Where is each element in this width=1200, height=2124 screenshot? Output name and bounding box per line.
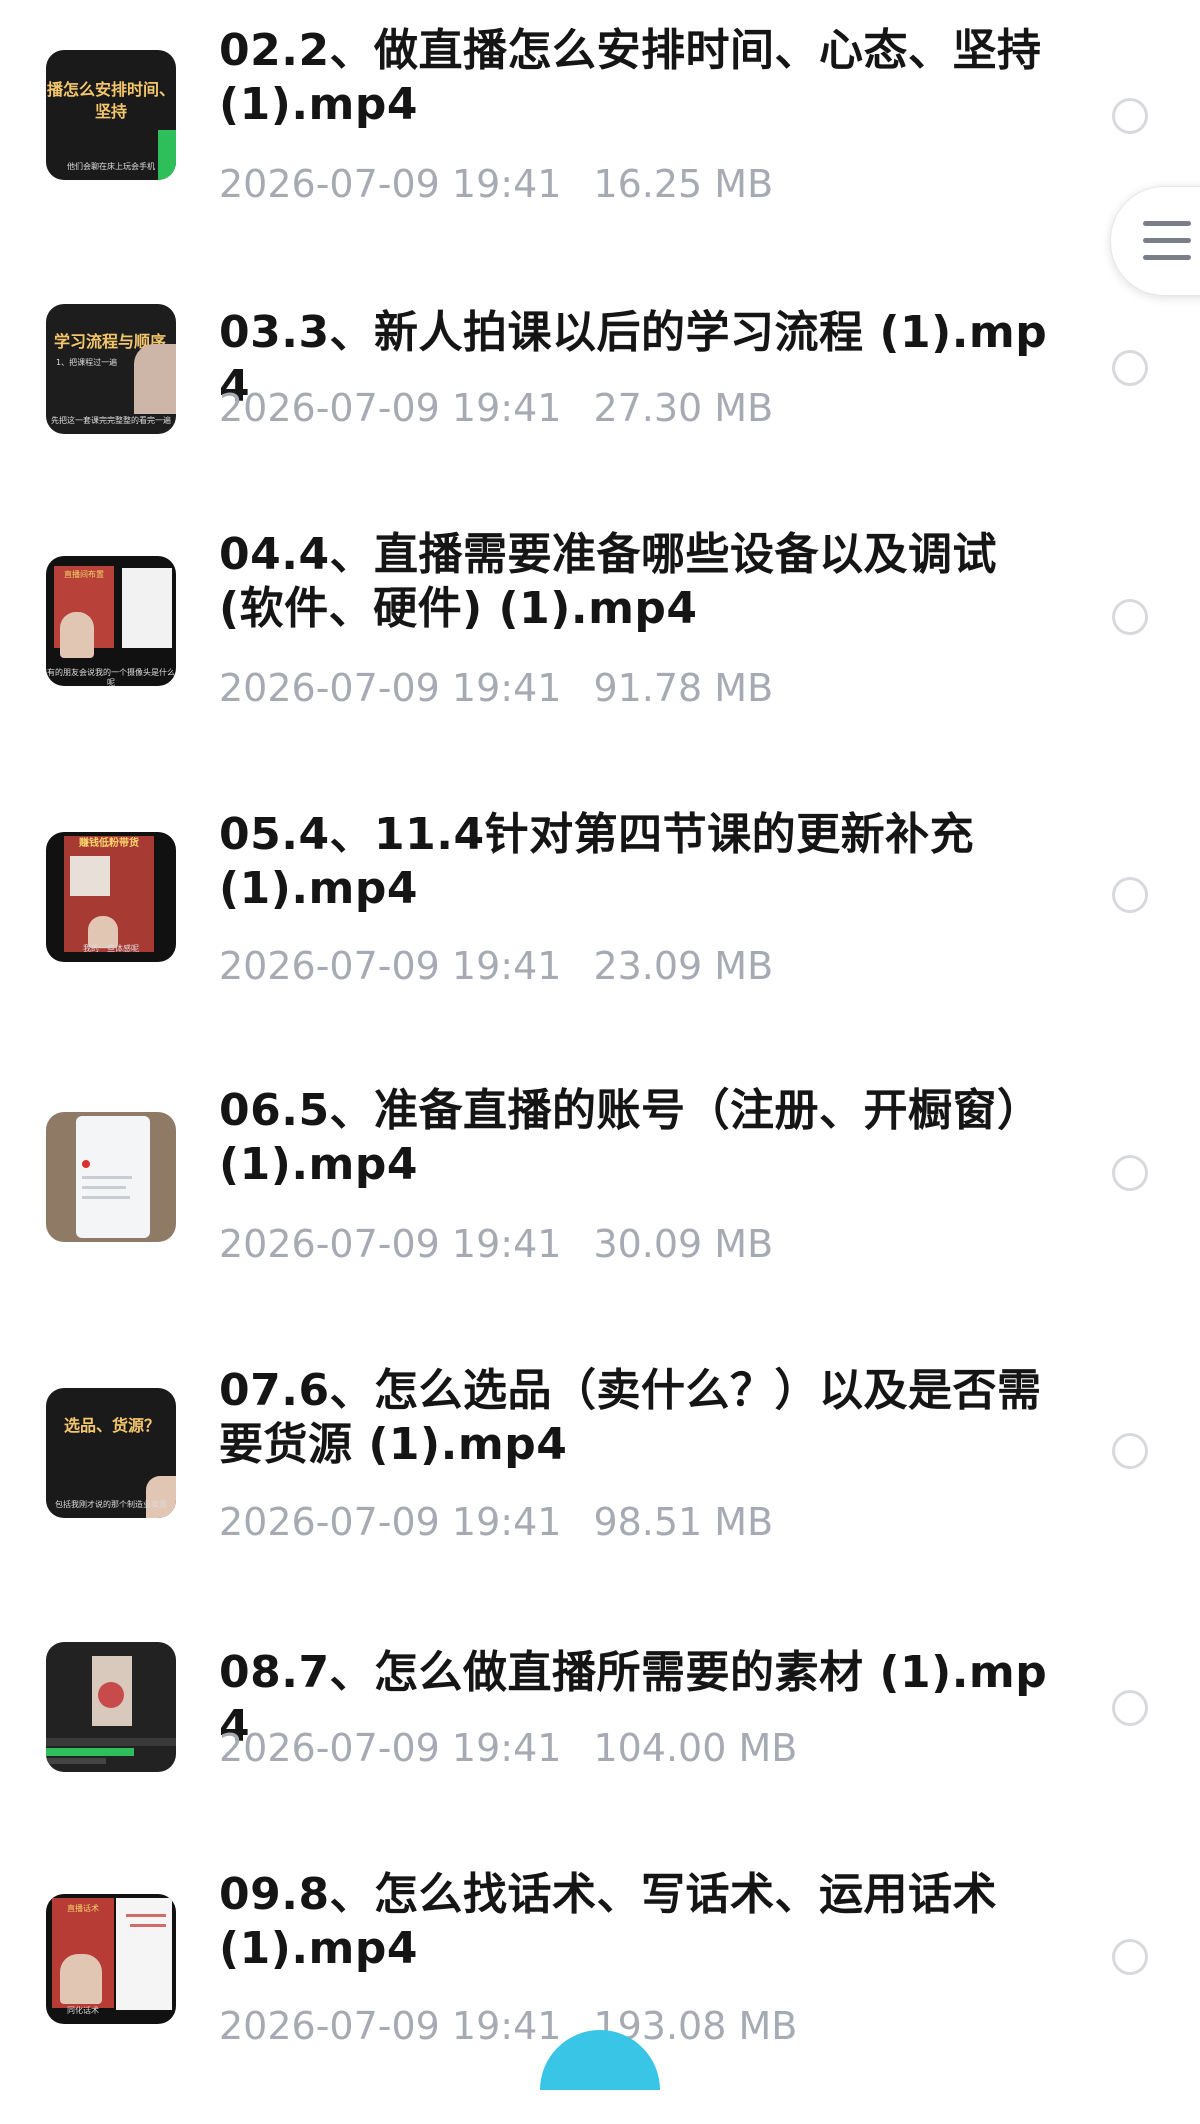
file-meta: 2026-07-09 19:41 23.09 MB <box>219 944 773 988</box>
thumbnail-image <box>70 856 110 896</box>
file-date: 2026-07-09 19:41 <box>219 1726 562 1770</box>
thumbnail-line <box>82 1186 126 1189</box>
file-meta: 2026-07-09 19:41 104.00 MB <box>219 1726 797 1770</box>
file-date: 2026-07-09 19:41 <box>219 1500 562 1544</box>
select-checkbox[interactable] <box>1112 1433 1148 1469</box>
file-row[interactable]: 直播间布置 有的朋友会说我的一个摄像头是什么呢 04.4、直播需要准备哪些设备以… <box>0 506 1200 784</box>
file-row[interactable]: 播怎么安排时间、 坚持 他们会聊在床上玩会手机 02.2、做直播怎么安排时间、心… <box>0 0 1200 278</box>
select-checkbox[interactable] <box>1112 98 1148 134</box>
video-thumbnail[interactable]: 赚钱低粉带货 我的一些体感呢 <box>46 832 176 962</box>
thumbnail-caption: 有的朋友会说我的一个摄像头是什么呢 <box>47 668 175 686</box>
thumbnail-person <box>146 1476 176 1518</box>
thumbnail-caption: 先把这一套课完完整整的看完一遍 <box>51 416 171 425</box>
file-name[interactable]: 02.2、做直播怎么安排时间、心态、坚持(1).mp4 <box>219 24 1059 132</box>
thumbnail-line <box>130 1924 166 1927</box>
thumbnail-caption: 包括我刚才说的那个制造业卖货 <box>55 1500 167 1509</box>
thumbnail-person <box>60 612 94 658</box>
video-thumbnail[interactable]: 直播间布置 有的朋友会说我的一个摄像头是什么呢 <box>46 556 176 686</box>
thumbnail-caption: 同化话术 <box>67 2006 99 2015</box>
video-thumbnail[interactable]: 播怎么安排时间、 坚持 他们会聊在床上玩会手机 <box>46 50 176 180</box>
thumbnail-timeline <box>46 1738 176 1746</box>
thumbnail-text: 直播间布置 <box>64 570 104 579</box>
file-list: 播怎么安排时间、 坚持 他们会聊在床上玩会手机 02.2、做直播怎么安排时间、心… <box>0 0 1200 2059</box>
thumbnail-text: 直播话术 <box>67 1904 99 1913</box>
thumbnail-timeline-clip <box>46 1748 134 1756</box>
file-name[interactable]: 09.8、怎么找话术、写话术、运用话术 (1).mp4 <box>219 1868 1059 1976</box>
thumbnail-timeline-clip <box>46 1758 106 1764</box>
thumbnail-green-block <box>158 130 176 180</box>
thumbnail-text: 播怎么安排时间、 <box>46 80 175 99</box>
file-meta: 2026-07-09 19:41 27.30 MB <box>219 386 773 430</box>
file-date: 2026-07-09 19:41 <box>219 386 562 430</box>
file-row[interactable]: 赚钱低粉带货 我的一些体感呢 05.4、11.4针对第四节课的更新补充 (1).… <box>0 784 1200 1062</box>
file-date: 2026-07-09 19:41 <box>219 666 562 710</box>
file-size: 98.51 MB <box>593 1500 774 1544</box>
file-meta: 2026-07-09 19:41 193.08 MB <box>219 2004 797 2048</box>
thumbnail-caption: 他们会聊在床上玩会手机 <box>67 162 155 171</box>
select-checkbox[interactable] <box>1112 877 1148 913</box>
select-checkbox[interactable] <box>1112 599 1148 635</box>
file-size: 104.00 MB <box>593 1726 798 1770</box>
thumbnail-caption: 我的一些体感呢 <box>83 944 139 953</box>
thumbnail-line <box>126 1914 166 1917</box>
file-size: 27.30 MB <box>593 386 774 430</box>
file-name[interactable]: 06.5、准备直播的账号（注册、开橱窗）(1).mp4 <box>219 1084 1059 1192</box>
file-size: 91.78 MB <box>593 666 774 710</box>
video-thumbnail[interactable] <box>46 1642 176 1772</box>
select-checkbox[interactable] <box>1112 350 1148 386</box>
file-name[interactable]: 04.4、直播需要准备哪些设备以及调试(软件、硬件) (1).mp4 <box>219 528 1059 636</box>
video-thumbnail[interactable]: 学习流程与顺序 1、把课程过一遍 先把这一套课完完整整的看完一遍 <box>46 304 176 434</box>
select-checkbox[interactable] <box>1112 1939 1148 1975</box>
file-meta: 2026-07-09 19:41 30.09 MB <box>219 1222 773 1266</box>
thumbnail-text: 赚钱低粉带货 <box>79 838 139 849</box>
select-checkbox[interactable] <box>1112 1690 1148 1726</box>
thumbnail-person <box>98 1682 124 1708</box>
thumbnail-avatar <box>82 1160 90 1168</box>
thumbnail-text: 选品、货源？ <box>64 1416 161 1435</box>
file-date: 2026-07-09 19:41 <box>219 2004 562 2048</box>
video-thumbnail[interactable]: 直播话术 同化话术 <box>46 1894 176 2024</box>
file-row[interactable]: 选品、货源？ 包括我刚才说的那个制造业卖货 07.6、怎么选品（卖什么？）以及是… <box>0 1340 1200 1618</box>
file-size: 16.25 MB <box>593 162 774 206</box>
thumbnail-person <box>60 1954 102 2004</box>
file-size: 23.09 MB <box>593 944 774 988</box>
file-meta: 2026-07-09 19:41 98.51 MB <box>219 1500 773 1544</box>
thumbnail-screen <box>122 568 172 648</box>
file-size: 30.09 MB <box>593 1222 774 1266</box>
file-name[interactable]: 05.4、11.4针对第四节课的更新补充 (1).mp4 <box>219 808 1059 916</box>
file-meta: 2026-07-09 19:41 91.78 MB <box>219 666 773 710</box>
file-name[interactable]: 07.6、怎么选品（卖什么？）以及是否需要货源 (1).mp4 <box>219 1364 1059 1472</box>
thumbnail-text: 坚持 <box>94 102 127 121</box>
thumbnail-line <box>82 1196 130 1199</box>
video-thumbnail[interactable]: 选品、货源？ 包括我刚才说的那个制造业卖货 <box>46 1388 176 1518</box>
select-checkbox[interactable] <box>1112 1155 1148 1191</box>
thumbnail-line <box>82 1176 132 1179</box>
file-row[interactable]: 06.5、准备直播的账号（注册、开橱窗）(1).mp4 2026-07-09 1… <box>0 1062 1200 1340</box>
file-date: 2026-07-09 19:41 <box>219 162 562 206</box>
file-date: 2026-07-09 19:41 <box>219 1222 562 1266</box>
thumbnail-person <box>134 344 176 414</box>
file-meta: 2026-07-09 19:41 16.25 MB <box>219 162 773 206</box>
file-date: 2026-07-09 19:41 <box>219 944 562 988</box>
video-thumbnail[interactable] <box>46 1112 176 1242</box>
